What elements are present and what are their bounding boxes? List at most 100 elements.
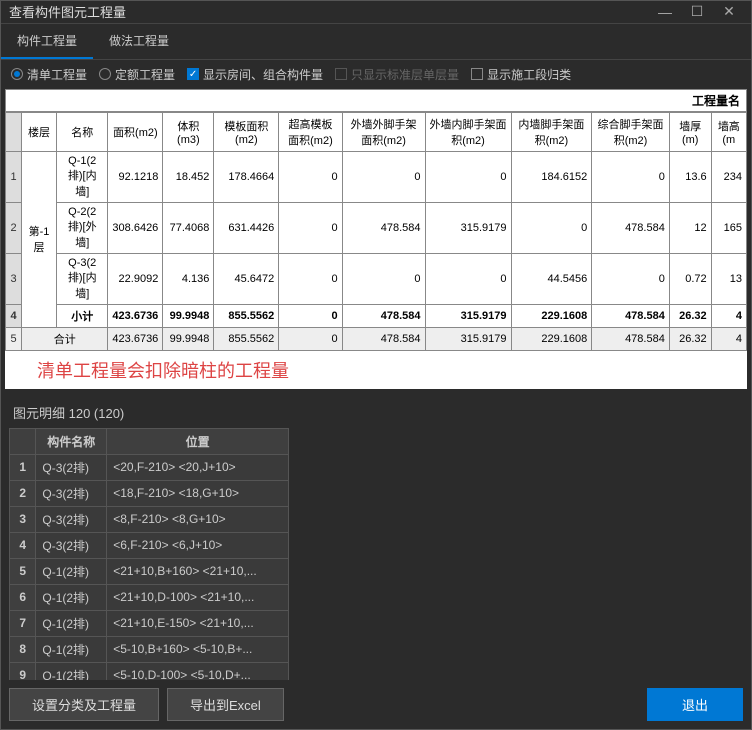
- radio-quota-quantity[interactable]: 定额工程量: [99, 66, 175, 83]
- check-icon: ✓: [187, 68, 199, 80]
- value-cell: 478.584: [342, 202, 425, 253]
- component-name-cell: Q-3(2排): [36, 480, 107, 506]
- close-button[interactable]: ✕: [715, 2, 743, 22]
- detail-header-row: 构件名称 位置: [10, 428, 289, 454]
- col-area[interactable]: 面积(m2): [108, 112, 163, 151]
- list-item[interactable]: 8Q-1(2排)<5-10,B+160> <5-10,B+...: [10, 636, 289, 662]
- value-cell: 229.1608: [511, 327, 592, 350]
- detail-table: 构件名称 位置 1Q-3(2排)<20,F-210> <20,J+10>2Q-3…: [9, 428, 289, 680]
- col-volume[interactable]: 体积(m3): [163, 112, 214, 151]
- value-cell: 0: [425, 253, 511, 304]
- tab-method-quantity[interactable]: 做法工程量: [93, 24, 185, 59]
- col-form-area[interactable]: 模板面积(m2): [214, 112, 279, 151]
- rownum: 4: [6, 304, 22, 327]
- rownum: 2: [10, 480, 36, 506]
- category-button[interactable]: 设置分类及工程量: [9, 688, 159, 721]
- value-cell: 0: [592, 151, 670, 202]
- rownum: 1: [10, 454, 36, 480]
- list-item[interactable]: 7Q-1(2排)<21+10,E-150> <21+10,...: [10, 610, 289, 636]
- col-int-scaff[interactable]: 内墙脚手架面积(m2): [511, 112, 592, 151]
- value-cell: 0: [279, 327, 342, 350]
- value-cell: 0: [592, 253, 670, 304]
- rownum: 5: [10, 558, 36, 584]
- component-name-cell: Q-1(2排): [36, 636, 107, 662]
- titlebar[interactable]: 查看构件图元工程量 — ☐ ✕: [1, 1, 751, 24]
- checkbox-show-section[interactable]: 显示施工段归类: [471, 66, 571, 83]
- value-cell: 0.72: [669, 253, 711, 304]
- value-cell: 0: [342, 253, 425, 304]
- col-floor[interactable]: 楼层: [22, 112, 57, 151]
- radio-list-quantity[interactable]: 清单工程量: [11, 66, 87, 83]
- checkbox-only-standard: 只显示标准层单层量: [335, 66, 459, 83]
- list-item[interactable]: 9Q-1(2排)<5-10,D-100> <5-10,D+...: [10, 662, 289, 680]
- dialog-window: 查看构件图元工程量 — ☐ ✕ 构件工程量 做法工程量 清单工程量 定额工程量 …: [0, 0, 752, 730]
- table-row[interactable]: 1第-1层Q-1(2排)[内墙]92.121818.452178.4664000…: [6, 151, 747, 202]
- list-item[interactable]: 1Q-3(2排)<20,F-210> <20,J+10>: [10, 454, 289, 480]
- main-table-area[interactable]: 楼层 名称 面积(m2) 体积(m3) 模板面积(m2) 超高模板面积(m2) …: [5, 112, 747, 351]
- window-title: 查看构件图元工程量: [9, 2, 651, 21]
- value-cell: 229.1608: [511, 304, 592, 327]
- export-excel-button[interactable]: 导出到Excel: [167, 688, 284, 721]
- maximize-button[interactable]: ☐: [683, 2, 711, 22]
- component-name-cell: Q-3(2排): [36, 532, 107, 558]
- component-name-cell: Q-1(2排): [36, 610, 107, 636]
- position-cell: <21+10,B+160> <21+10,...: [107, 558, 289, 584]
- list-item[interactable]: 3Q-3(2排)<8,F-210> <8,G+10>: [10, 506, 289, 532]
- tab-bar: 构件工程量 做法工程量: [1, 24, 751, 60]
- rownum: 3: [6, 253, 22, 304]
- tab-component-quantity[interactable]: 构件工程量: [1, 24, 93, 59]
- rownum: 9: [10, 662, 36, 680]
- rownum: 6: [10, 584, 36, 610]
- total-row[interactable]: 5合计423.673699.9948855.55620478.584315.91…: [6, 327, 747, 350]
- position-cell: <5-10,B+160> <5-10,B+...: [107, 636, 289, 662]
- col-component-name[interactable]: 构件名称: [36, 428, 107, 454]
- value-cell: 0: [425, 151, 511, 202]
- value-cell: 478.584: [592, 304, 670, 327]
- value-cell: 4: [711, 304, 746, 327]
- col-ext-outer[interactable]: 外墙外脚手架面积(m2): [342, 112, 425, 151]
- list-item[interactable]: 5Q-1(2排)<21+10,B+160> <21+10,...: [10, 558, 289, 584]
- value-cell: 478.584: [342, 304, 425, 327]
- titlebar-buttons: — ☐ ✕: [651, 2, 743, 22]
- position-cell: <5-10,D-100> <5-10,D+...: [107, 662, 289, 680]
- value-cell: 18.452: [163, 151, 214, 202]
- table-row[interactable]: 3Q-3(2排)[内墙]22.90924.13645.647200044.545…: [6, 253, 747, 304]
- name-cell: Q-3(2排)[内墙]: [57, 253, 108, 304]
- rownum: 7: [10, 610, 36, 636]
- value-cell: 26.32: [669, 327, 711, 350]
- subtotal-row[interactable]: 4小计423.673699.9948855.55620478.584315.91…: [6, 304, 747, 327]
- checkbox-show-room[interactable]: ✓ 显示房间、组合构件量: [187, 66, 323, 83]
- position-cell: <21+10,E-150> <21+10,...: [107, 610, 289, 636]
- value-cell: 178.4664: [214, 151, 279, 202]
- value-cell: 315.9179: [425, 202, 511, 253]
- component-name-cell: Q-3(2排): [36, 506, 107, 532]
- col-name[interactable]: 名称: [57, 112, 108, 151]
- rownum: 2: [6, 202, 22, 253]
- subtotal-label: 小计: [57, 304, 108, 327]
- position-cell: <21+10,D-100> <21+10,...: [107, 584, 289, 610]
- col-high-form[interactable]: 超高模板面积(m2): [279, 112, 342, 151]
- table-row[interactable]: 2Q-2(2排)[外墙]308.642677.4068631.44260478.…: [6, 202, 747, 253]
- rownum: 8: [10, 636, 36, 662]
- position-cell: <20,F-210> <20,J+10>: [107, 454, 289, 480]
- minimize-button[interactable]: —: [651, 2, 679, 22]
- deduction-note: 清单工程量会扣除暗柱的工程量: [5, 351, 747, 389]
- col-ext-inner[interactable]: 外墙内脚手架面积(m2): [425, 112, 511, 151]
- col-position[interactable]: 位置: [107, 428, 289, 454]
- detail-table-area[interactable]: 构件名称 位置 1Q-3(2排)<20,F-210> <20,J+10>2Q-3…: [9, 428, 743, 680]
- col-thickness[interactable]: 墙厚(m): [669, 112, 711, 151]
- value-cell: 13.6: [669, 151, 711, 202]
- detail-header: 图元明细 120 (120): [1, 397, 751, 428]
- exit-button[interactable]: 退出: [647, 688, 743, 721]
- position-cell: <6,F-210> <6,J+10>: [107, 532, 289, 558]
- rownum: 4: [10, 532, 36, 558]
- col-height[interactable]: 墙高(m: [711, 112, 746, 151]
- list-item[interactable]: 4Q-3(2排)<6,F-210> <6,J+10>: [10, 532, 289, 558]
- list-item[interactable]: 2Q-3(2排)<18,F-210> <18,G+10>: [10, 480, 289, 506]
- radio-icon: [11, 68, 23, 80]
- value-cell: 4: [711, 327, 746, 350]
- list-item[interactable]: 6Q-1(2排)<21+10,D-100> <21+10,...: [10, 584, 289, 610]
- col-comp-scaff[interactable]: 综合脚手架面积(m2): [592, 112, 670, 151]
- position-cell: <18,F-210> <18,G+10>: [107, 480, 289, 506]
- check-label: 只显示标准层单层量: [351, 66, 459, 83]
